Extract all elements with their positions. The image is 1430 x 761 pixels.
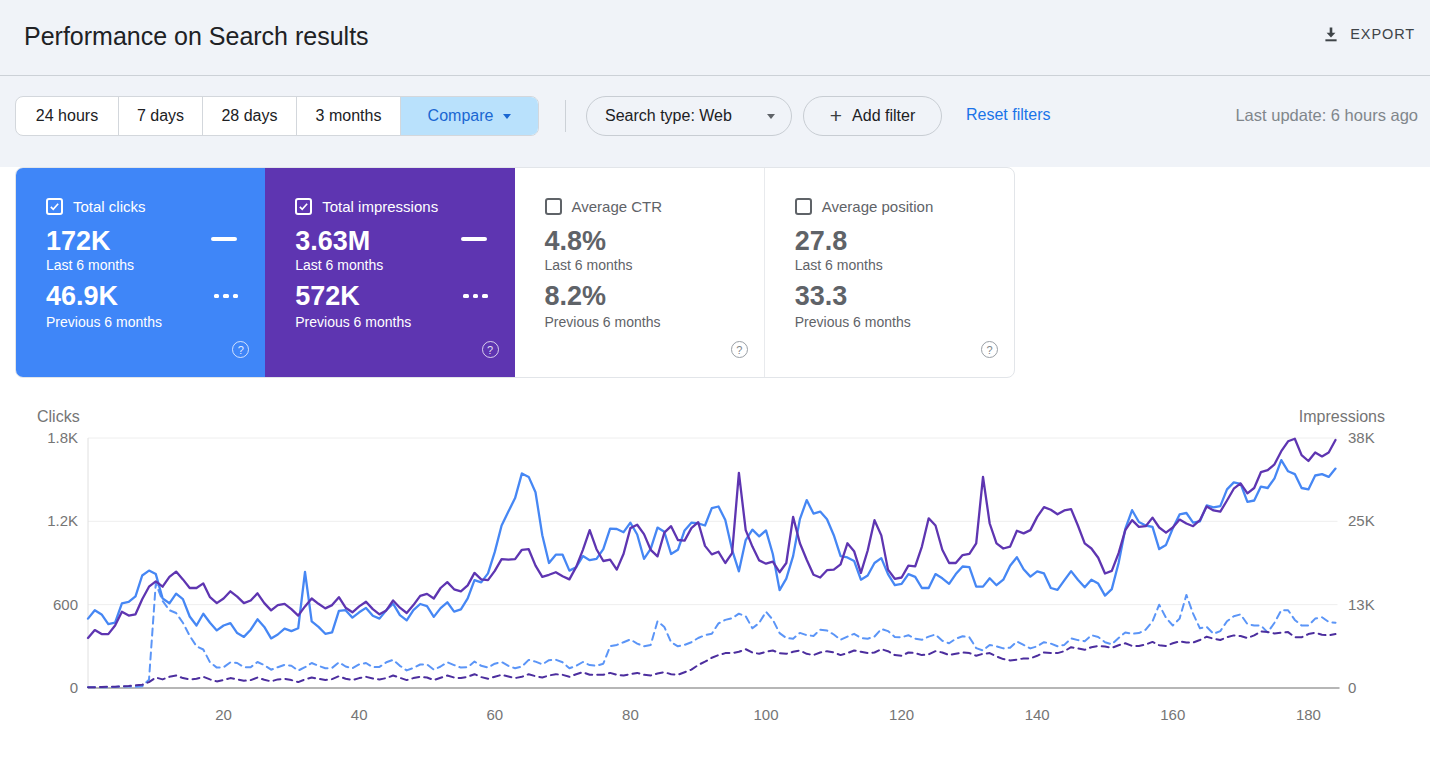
filter-divider	[565, 100, 566, 132]
average-position-checkbox[interactable]	[795, 198, 812, 215]
add-filter-button[interactable]: + Add filter	[803, 96, 942, 136]
card-title: Total impressions	[322, 198, 438, 215]
x-axis-tick: 60	[486, 706, 503, 723]
tab-28-days[interactable]: 28 days	[202, 97, 296, 135]
compare-label: Compare	[428, 97, 494, 135]
tab-compare[interactable]: Compare	[400, 97, 538, 135]
plus-icon: +	[830, 105, 842, 126]
impressions-prev-value: 572K	[295, 281, 360, 312]
clicks-prev-value: 46.9K	[46, 281, 118, 312]
help-icon[interactable]: ?	[482, 341, 499, 358]
chevron-down-icon	[503, 114, 511, 119]
card-title: Average CTR	[572, 198, 663, 215]
position-last-value: 27.8	[795, 226, 848, 257]
ctr-last-period: Last 6 months	[545, 257, 633, 273]
impressions-prev-period: Previous 6 months	[295, 314, 411, 330]
right-axis-tick: 38K	[1348, 429, 1375, 446]
ctr-prev-value: 8.2%	[545, 281, 607, 312]
search-type-dropdown[interactable]: Search type: Web	[586, 96, 792, 136]
x-axis-tick: 180	[1296, 706, 1321, 723]
metric-cards: Total clicks 172K Last 6 months 46.9K Pr…	[15, 167, 1015, 378]
position-prev-value: 33.3	[795, 281, 848, 312]
tab-7-days[interactable]: 7 days	[118, 97, 202, 135]
dashed-line-indicator	[463, 294, 488, 298]
left-axis-tick: 600	[53, 596, 78, 613]
ctr-prev-period: Previous 6 months	[545, 314, 661, 330]
help-icon[interactable]: ?	[981, 341, 998, 358]
impressions-last-period: Last 6 months	[295, 257, 383, 273]
clicks-last-value: 172K	[46, 226, 111, 257]
help-icon[interactable]: ?	[731, 341, 748, 358]
card-total-clicks[interactable]: Total clicks 172K Last 6 months 46.9K Pr…	[16, 168, 265, 377]
clicks-last-period: Last 6 months	[46, 257, 134, 273]
performance-chart[interactable]: 0 600 1.2K 1.8K 0 13K 25K 38K 20 40 60 80 100 120 140 1…	[0, 400, 1430, 740]
add-filter-label: Add filter	[852, 107, 915, 125]
impressions-last-value: 3.63M	[295, 226, 370, 257]
x-axis-tick: 120	[889, 706, 914, 723]
header-divider	[0, 75, 1430, 76]
chart-line-1	[88, 460, 1336, 638]
position-last-period: Last 6 months	[795, 257, 883, 273]
search-type-label: Search type: Web	[605, 107, 732, 125]
date-range-control: 24 hours 7 days 28 days 3 months Compare	[15, 96, 539, 136]
left-axis-tick: 1.8K	[47, 429, 78, 446]
clicks-prev-period: Previous 6 months	[46, 314, 162, 330]
card-average-position[interactable]: Average position 27.8 Last 6 months 33.3…	[764, 168, 1014, 377]
x-axis-tick: 40	[351, 706, 368, 723]
tab-3-months[interactable]: 3 months	[296, 97, 400, 135]
chart-line-4	[88, 631, 1336, 687]
right-axis-tick: 0	[1348, 679, 1356, 696]
x-axis-tick: 100	[753, 706, 778, 723]
page-title: Performance on Search results	[24, 22, 369, 51]
x-axis-tick: 20	[215, 706, 232, 723]
card-title: Average position	[822, 198, 933, 215]
average-ctr-checkbox[interactable]	[545, 198, 562, 215]
position-prev-period: Previous 6 months	[795, 314, 911, 330]
reset-filters-link[interactable]: Reset filters	[966, 106, 1050, 124]
download-icon	[1322, 25, 1340, 43]
card-total-impressions[interactable]: Total impressions 3.63M Last 6 months 57…	[265, 168, 514, 377]
ctr-last-value: 4.8%	[545, 226, 607, 257]
dashed-line-indicator	[214, 294, 239, 298]
x-axis-tick: 80	[622, 706, 639, 723]
chart-line-2	[88, 439, 1336, 638]
export-button[interactable]: EXPORT	[1322, 25, 1415, 43]
left-axis-tick: 1.2K	[47, 512, 78, 529]
total-impressions-checkbox[interactable]	[295, 198, 312, 215]
chevron-down-icon	[767, 114, 775, 119]
right-axis-tick: 13K	[1348, 596, 1375, 613]
left-axis-tick: 0	[70, 679, 78, 696]
help-icon[interactable]: ?	[232, 341, 249, 358]
tab-24-hours[interactable]: 24 hours	[16, 97, 118, 135]
total-clicks-checkbox[interactable]	[46, 198, 63, 215]
export-label: EXPORT	[1350, 26, 1415, 42]
last-update-text: Last update: 6 hours ago	[1235, 106, 1418, 125]
x-axis-tick: 160	[1160, 706, 1185, 723]
solid-line-indicator	[211, 237, 237, 241]
right-axis-tick: 25K	[1348, 512, 1375, 529]
card-average-ctr[interactable]: Average CTR 4.8% Last 6 months 8.2% Prev…	[515, 168, 764, 377]
solid-line-indicator	[461, 237, 487, 241]
card-title: Total clicks	[73, 198, 146, 215]
x-axis-tick: 140	[1025, 706, 1050, 723]
